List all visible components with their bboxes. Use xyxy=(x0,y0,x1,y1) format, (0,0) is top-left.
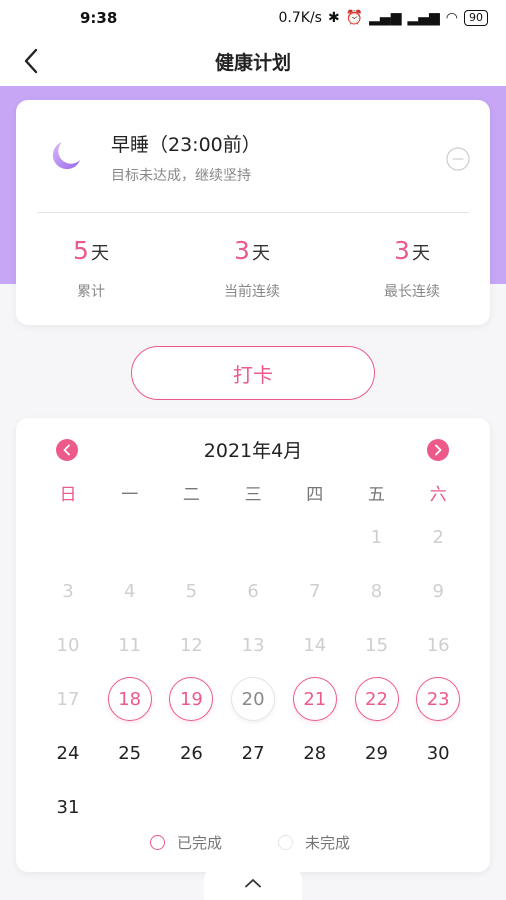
calendar-day[interactable]: 24 xyxy=(37,730,99,776)
stat-total-unit: 天 xyxy=(90,243,109,264)
weekday-label: 三 xyxy=(244,485,262,505)
calendar-day[interactable]: 20 xyxy=(222,676,284,722)
calendar-day[interactable]: 3 xyxy=(37,568,99,614)
calendar-day[interactable]: 22 xyxy=(346,676,408,722)
calendar-day[interactable]: 12 xyxy=(160,622,222,668)
calendar-day[interactable]: 21 xyxy=(284,676,346,722)
goal-card: z z 早睡（23:00前） 目标未达成，继续坚持 5天 累计 3天 当前连续 … xyxy=(16,100,490,325)
stat-longest-streak: 3天 最长连续 xyxy=(347,236,477,301)
calendar-day[interactable]: 4 xyxy=(99,568,161,614)
alarm-icon: ⏰ xyxy=(345,10,364,26)
moon-icon: z z xyxy=(52,142,80,170)
calendar-day[interactable]: 30 xyxy=(407,730,469,776)
checkin-button[interactable]: 打卡 xyxy=(131,346,375,400)
calendar-day[interactable]: 19 xyxy=(160,676,222,722)
calendar-day[interactable]: 26 xyxy=(160,730,222,776)
calendar-card: 2021年4月 日一二三四五六 1 2 3 4 5 6 7 8 9 10 11 12 13 14 15 16 1… xyxy=(16,418,490,872)
stat-total-label: 累计 xyxy=(77,284,105,300)
completed-day-ring: 23 xyxy=(416,677,461,721)
back-button[interactable] xyxy=(14,44,48,78)
calendar-day[interactable]: 8 xyxy=(346,568,408,614)
stat-total-value: 5 xyxy=(73,236,89,265)
missed-day-ring: 20 xyxy=(231,677,276,721)
signal-icon: ▂▄▆ xyxy=(369,10,402,26)
calendar-day[interactable]: 10 xyxy=(37,622,99,668)
calendar-day[interactable]: 18 xyxy=(99,676,161,722)
calendar-day[interactable]: 16 xyxy=(407,622,469,668)
remove-goal-icon[interactable] xyxy=(446,147,470,171)
battery-icon: 90 xyxy=(464,10,488,26)
calendar-day[interactable]: 7 xyxy=(284,568,346,614)
next-month-button[interactable] xyxy=(427,439,449,461)
legend-miss-dot xyxy=(278,835,293,850)
top-nav-bar: 健康计划 xyxy=(0,36,506,86)
calendar-day[interactable]: 5 xyxy=(160,568,222,614)
legend-done-dot xyxy=(150,835,165,850)
stat-current-value: 3 xyxy=(234,236,250,265)
signal-icon-2: ▂▄▆ xyxy=(407,10,440,26)
stat-current-unit: 天 xyxy=(251,243,270,264)
chevron-up-icon xyxy=(245,879,261,888)
calendar-day[interactable]: 14 xyxy=(284,622,346,668)
weekday-label: 六 xyxy=(429,485,447,505)
chevron-left-icon xyxy=(24,48,38,74)
weekday-label: 五 xyxy=(368,485,385,505)
stat-current-streak: 3天 当前连续 xyxy=(187,236,317,301)
wifi-icon: ◠ xyxy=(445,10,458,26)
legend-miss: 未完成 xyxy=(278,832,350,853)
legend-done-label: 已完成 xyxy=(177,834,223,852)
stat-longest-value: 3 xyxy=(394,236,410,265)
calendar-day[interactable]: 25 xyxy=(99,730,161,776)
calendar-day[interactable]: 6 xyxy=(222,568,284,614)
weekday-label: 日 xyxy=(59,485,77,505)
calendar-day[interactable]: 23 xyxy=(407,676,469,722)
calendar-day[interactable]: 15 xyxy=(346,622,408,668)
completed-day-ring: 21 xyxy=(292,677,337,721)
status-icons: 0.7K/s ✱ ⏰ ▂▄▆ ▂▄▆ ◠ 90 xyxy=(279,10,488,26)
status-bar: 9:38 0.7K/s ✱ ⏰ ▂▄▆ ▂▄▆ ◠ 90 xyxy=(0,0,506,36)
legend-done: 已完成 xyxy=(150,832,222,853)
network-speed: 0.7K/s xyxy=(278,10,322,26)
calendar-day[interactable]: 2 xyxy=(407,514,469,560)
completed-day-ring: 18 xyxy=(107,677,152,721)
stat-current-label: 当前连续 xyxy=(224,284,280,300)
stat-total: 5天 累计 xyxy=(26,236,156,301)
svg-text:z: z xyxy=(70,145,73,152)
collapse-toggle[interactable] xyxy=(204,866,302,900)
calendar-month-title: 2021年4月 xyxy=(203,440,303,462)
goal-subtitle: 目标未达成，继续坚持 xyxy=(111,168,251,184)
calendar-day[interactable]: 31 xyxy=(37,784,99,830)
stat-longest-unit: 天 xyxy=(411,243,430,264)
goal-title: 早睡（23:00前） xyxy=(111,134,261,156)
calendar-day[interactable]: 1 xyxy=(346,514,408,560)
calendar-day[interactable]: 17 xyxy=(37,676,99,722)
status-time: 9:38 xyxy=(80,9,118,27)
calendar-day[interactable]: 9 xyxy=(407,568,469,614)
stat-longest-label: 最长连续 xyxy=(384,284,440,300)
weekday-label: 二 xyxy=(182,485,200,505)
calendar-day[interactable]: 11 xyxy=(99,622,161,668)
weekday-label: 一 xyxy=(121,485,139,505)
completed-day-ring: 19 xyxy=(169,677,214,721)
calendar-day[interactable]: 13 xyxy=(222,622,284,668)
page-title: 健康计划 xyxy=(214,51,291,74)
legend-miss-label: 未完成 xyxy=(305,834,351,852)
chevron-right-icon xyxy=(435,444,442,456)
calendar-day[interactable]: 27 xyxy=(222,730,284,776)
divider xyxy=(37,212,469,213)
weekday-label: 四 xyxy=(306,485,324,505)
bluetooth-icon: ✱ xyxy=(327,10,340,26)
completed-day-ring: 22 xyxy=(354,677,399,721)
calendar-day[interactable]: 29 xyxy=(346,730,408,776)
calendar-day[interactable]: 28 xyxy=(284,730,346,776)
